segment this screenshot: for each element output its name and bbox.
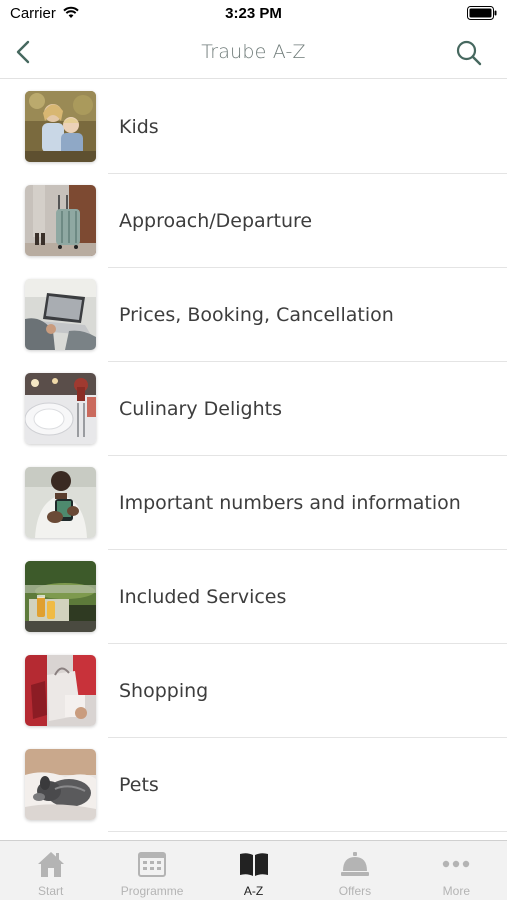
battery-icon (467, 6, 497, 20)
book-icon (239, 853, 268, 876)
navigation-bar: Traube A-Z (0, 28, 507, 79)
search-icon (456, 40, 482, 66)
list-item-label: Prices, Booking, Cancellation (119, 304, 394, 326)
list-item-label: Kids (119, 116, 159, 138)
a-z-list: Kids Approach/Departure Prices, Booking,… (0, 80, 507, 832)
tab-start[interactable]: Start (0, 841, 101, 900)
list-item-culinary-delights[interactable]: Culinary Delights (0, 362, 507, 456)
tab-offers[interactable]: Offers (304, 841, 405, 900)
laptop-photo (25, 279, 96, 350)
list-item-kids[interactable]: Kids (0, 80, 507, 174)
tab-a-z[interactable]: A-Z (203, 841, 304, 900)
tab-more[interactable]: More (406, 841, 507, 900)
divider (108, 831, 507, 832)
tab-label: A-Z (243, 884, 264, 898)
service-bell-icon (340, 852, 369, 876)
more-dots-icon (443, 860, 470, 868)
kids-photo (25, 91, 96, 162)
list-item-prices-booking-cancellation[interactable]: Prices, Booking, Cancellation (0, 268, 507, 362)
tab-programme[interactable]: Programme (101, 841, 202, 900)
list-item-label: Included Services (119, 586, 287, 608)
garden-drinks-photo (25, 561, 96, 632)
tab-label: Offers (338, 884, 372, 898)
search-button[interactable] (455, 39, 483, 67)
tab-label: Programme (120, 884, 184, 898)
list-item-label: Culinary Delights (119, 398, 282, 420)
list-item-label: Pets (119, 774, 159, 796)
shopping-bags-photo (25, 655, 96, 726)
list-item-label: Shopping (119, 680, 209, 702)
calendar-icon (138, 852, 167, 877)
list-item-label: Approach/Departure (119, 210, 313, 232)
status-time: 3:23 PM (225, 5, 282, 22)
tab-label: Start (38, 884, 64, 898)
list-item-shopping[interactable]: Shopping (0, 644, 507, 738)
list-item-pets[interactable]: Pets (0, 738, 507, 832)
list-item-label: Important numbers and information (119, 492, 461, 514)
page-title: Traube A-Z (201, 41, 306, 63)
status-bar: Carrier 3:23 PM (0, 0, 507, 28)
suitcase-photo (25, 185, 96, 256)
list-item-important-numbers[interactable]: Important numbers and information (0, 456, 507, 550)
list-item-included-services[interactable]: Included Services (0, 550, 507, 644)
tab-bar: Start Programme A-Z Offers More (0, 840, 507, 900)
dog-photo (25, 749, 96, 820)
list-item-approach-departure[interactable]: Approach/Departure (0, 174, 507, 268)
home-icon (37, 852, 64, 877)
smartphone-photo (25, 467, 96, 538)
tab-label: More (442, 884, 470, 898)
table-setting-photo (25, 373, 96, 444)
